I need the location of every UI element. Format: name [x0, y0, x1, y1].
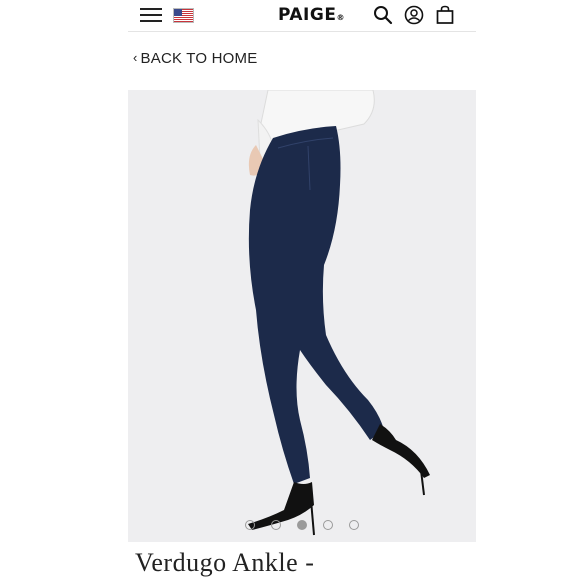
- back-to-home-link[interactable]: ‹ BACK TO HOME: [133, 50, 257, 67]
- product-photo: [128, 90, 476, 542]
- carousel-dots: [128, 520, 476, 530]
- carousel-dot[interactable]: [245, 520, 255, 530]
- user-account-icon[interactable]: [404, 5, 424, 25]
- us-flag-icon[interactable]: [173, 8, 194, 23]
- hamburger-menu-icon[interactable]: [140, 8, 162, 23]
- chevron-left-icon: ‹: [133, 50, 138, 65]
- product-title: Verdugo Ankle -: [135, 548, 315, 577]
- carousel-dot[interactable]: [323, 520, 333, 530]
- carousel-dot-active[interactable]: [297, 520, 307, 530]
- carousel-dot[interactable]: [271, 520, 281, 530]
- shopping-bag-icon[interactable]: [435, 5, 455, 25]
- site-header: PAIGE®: [128, 0, 476, 32]
- brand-logo[interactable]: PAIGE®: [278, 5, 345, 25]
- product-image-carousel[interactable]: [128, 90, 476, 542]
- carousel-dot[interactable]: [349, 520, 359, 530]
- search-icon[interactable]: [373, 5, 393, 25]
